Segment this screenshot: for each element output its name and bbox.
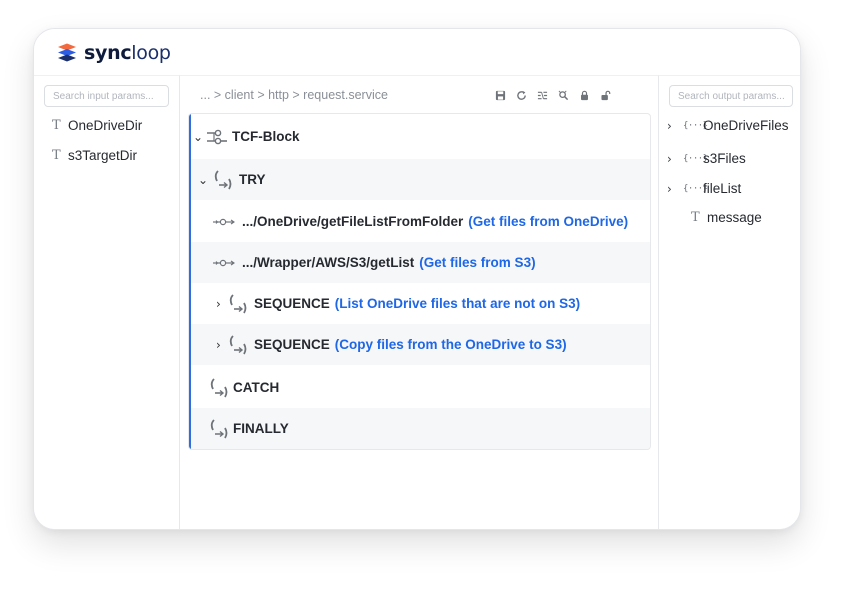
refresh-icon[interactable] bbox=[511, 87, 532, 103]
input-param-s3targetdir[interactable]: T s3TargetDir bbox=[52, 148, 137, 163]
output-param-filelist[interactable]: › {···} fileList bbox=[667, 181, 741, 196]
flow-step-tcf-block[interactable]: ⌄ TCF-Block bbox=[191, 116, 650, 157]
breadcrumb[interactable]: ... > client > http > request.service bbox=[200, 88, 388, 102]
input-params-panel: T OneDriveDir T s3TargetDir bbox=[34, 75, 180, 529]
sequence-icon bbox=[210, 418, 228, 438]
chevron-right-icon[interactable]: › bbox=[667, 152, 683, 166]
tcf-block-icon bbox=[207, 129, 227, 144]
text-type-icon: T bbox=[52, 148, 61, 163]
text-type-icon: T bbox=[691, 210, 700, 225]
chevron-right-icon[interactable]: › bbox=[667, 182, 683, 196]
step-comment: (Get files from OneDrive) bbox=[468, 214, 629, 229]
unlock-icon[interactable] bbox=[595, 87, 616, 103]
step-comment: (List OneDrive files that are not on S3) bbox=[334, 296, 581, 311]
top-bar: syncloop bbox=[34, 29, 800, 75]
step-label: TRY bbox=[239, 172, 266, 187]
chevron-down-icon[interactable]: ⌄ bbox=[198, 173, 210, 187]
sequence-icon bbox=[210, 377, 228, 397]
sequence-icon bbox=[229, 334, 247, 354]
document-brace-icon: {···} bbox=[683, 120, 708, 131]
chevron-right-icon[interactable]: › bbox=[667, 119, 683, 133]
param-label: s3TargetDir bbox=[68, 148, 138, 163]
param-label: OneDriveDir bbox=[68, 118, 143, 133]
flow-step-invoke-onedrive[interactable]: .../OneDrive/getFileListFromFolder (Get … bbox=[191, 201, 650, 242]
flow-step-catch[interactable]: CATCH bbox=[191, 367, 650, 408]
output-param-message[interactable]: T message bbox=[691, 210, 762, 225]
step-label: SEQUENCE bbox=[254, 337, 330, 352]
save-icon[interactable] bbox=[490, 87, 511, 103]
brand-name: syncloop bbox=[84, 42, 171, 64]
search-input-params[interactable] bbox=[44, 85, 169, 107]
output-label: message bbox=[707, 210, 762, 225]
document-brace-icon: {···} bbox=[683, 153, 708, 164]
output-label: fileList bbox=[703, 181, 742, 196]
output-param-onedrivefiles[interactable]: › {···} OneDriveFiles bbox=[667, 118, 789, 133]
invoke-service-icon bbox=[213, 259, 235, 266]
service-path: .../OneDrive/getFileListFromFolder bbox=[242, 214, 464, 229]
app-window: syncloop T OneDriveDir T s3TargetDir ...… bbox=[33, 28, 801, 530]
syncloop-logo-icon bbox=[58, 43, 76, 62]
chevron-right-icon[interactable]: › bbox=[216, 297, 228, 311]
search-output-params[interactable] bbox=[669, 85, 793, 107]
output-param-s3files[interactable]: › {···} s3Files bbox=[667, 151, 746, 166]
output-params-panel: › {···} OneDriveFiles › {···} s3Files › … bbox=[658, 75, 800, 529]
chevron-down-icon[interactable]: ⌄ bbox=[193, 130, 205, 144]
step-label: SEQUENCE bbox=[254, 296, 330, 311]
flow-step-try[interactable]: ⌄ TRY bbox=[191, 159, 650, 200]
step-label: FINALLY bbox=[233, 421, 289, 436]
text-type-icon: T bbox=[52, 118, 61, 133]
service-path: .../Wrapper/AWS/S3/getList bbox=[242, 255, 415, 270]
debug-icon[interactable] bbox=[553, 87, 574, 103]
invoke-service-icon bbox=[213, 218, 235, 225]
step-label: CATCH bbox=[233, 380, 280, 395]
sequence-icon bbox=[229, 293, 247, 313]
flow-step-sequence-copy[interactable]: › SEQUENCE (Copy files from the OneDrive… bbox=[191, 324, 650, 365]
lock-icon[interactable] bbox=[574, 87, 595, 103]
document-brace-icon: {···} bbox=[683, 183, 708, 194]
map-icon[interactable] bbox=[532, 87, 553, 103]
step-comment: (Get files from S3) bbox=[419, 255, 536, 270]
flow-editor-panel: ... > client > http > request.service ⌄ … bbox=[180, 75, 658, 529]
flow-tree: ⌄ TCF-Block ⌄ TRY .../OneDrive/getFileLi… bbox=[188, 113, 651, 450]
step-comment: (Copy files from the OneDrive to S3) bbox=[334, 337, 567, 352]
sequence-icon bbox=[214, 169, 232, 189]
flow-step-finally[interactable]: FINALLY bbox=[191, 408, 650, 449]
step-label: TCF-Block bbox=[232, 129, 300, 144]
output-label: s3Files bbox=[703, 151, 746, 166]
input-param-onedrivedir[interactable]: T OneDriveDir bbox=[52, 118, 142, 133]
chevron-right-icon[interactable]: › bbox=[216, 338, 228, 352]
editor-toolbar bbox=[490, 87, 616, 103]
output-label: OneDriveFiles bbox=[703, 118, 789, 133]
flow-step-invoke-s3[interactable]: .../Wrapper/AWS/S3/getList (Get files fr… bbox=[191, 242, 650, 283]
flow-step-sequence-list[interactable]: › SEQUENCE (List OneDrive files that are… bbox=[191, 283, 650, 324]
logo: syncloop bbox=[56, 42, 171, 64]
